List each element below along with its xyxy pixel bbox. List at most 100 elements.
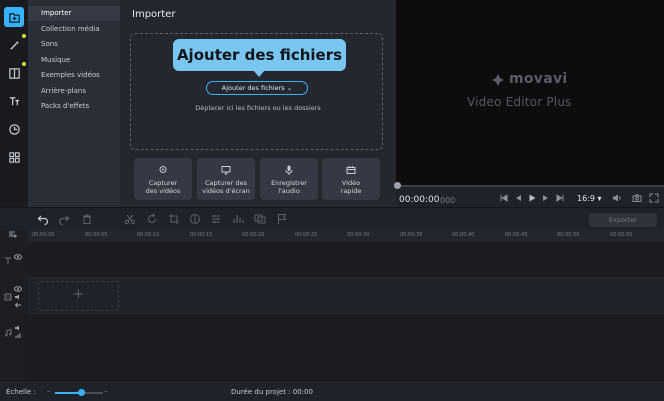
ruler-label: 00:00:30 [347,232,370,238]
text-track[interactable] [28,242,664,277]
import-tool-button[interactable] [4,7,24,27]
next-frame-button[interactable] [541,193,551,203]
rotate-button[interactable] [146,213,158,225]
playback-scrubber[interactable] [396,185,664,187]
play-button[interactable] [527,193,537,203]
speaker-icon [15,325,19,331]
tab-backgrounds[interactable]: Arrière-plans [28,84,120,99]
timeline-tracks: + [28,242,664,380]
import-categories: Importer Collection média Sons Musique E… [28,0,120,207]
panel-title: Importer [132,9,176,20]
speaker-icon [613,194,621,202]
previous-frame-button[interactable] [513,193,523,203]
flag-icon [278,214,287,224]
clip-properties-button[interactable] [210,213,222,225]
add-track-icon [9,231,17,238]
preview-screen: movavi Video Editor Plus [396,0,664,185]
color-adjust-icon [190,214,200,224]
quick-video-icon [346,165,356,174]
zoom-in-icon[interactable]: – [104,387,108,395]
clock-icon [8,123,20,135]
quick-video-line2: rapide [340,187,362,195]
text-track-icon [4,257,12,265]
add-track-button[interactable] [9,230,17,238]
tab-media-collection[interactable]: Collection média [28,22,120,37]
tab-sounds[interactable]: Sons [28,37,120,52]
video-track-mute-toggle[interactable] [14,293,22,301]
timeline-ruler[interactable]: 00:00:00 00:00:05 00:00:10 00:00:15 00:0… [28,230,664,242]
tab-import[interactable]: Importer [28,6,120,21]
capture-video-line2: des vidéos [145,187,181,195]
transitions-tool-button[interactable] [4,63,24,83]
new-indicator-dot [22,62,26,66]
ruler-label: 00:00:50 [557,232,580,238]
ruler-label: 00:00:15 [190,232,213,238]
timeline-toolbar: Exporter [0,207,664,230]
quick-video-button[interactable]: Vidéo rapide [322,158,380,200]
add-files-button[interactable]: Ajouter des fichiers ⌄ [206,81,308,95]
ruler-label: 00:00:00 [32,232,55,238]
logo-subtitle: Video Editor Plus [467,95,572,109]
tooltip-arrow [253,70,265,77]
monitor-icon [221,166,231,175]
capture-video-button[interactable]: Capturer des vidéos [134,158,192,200]
overlay-button[interactable] [254,213,266,225]
capture-screen-button[interactable]: Capturer des vidéos d'écran [197,158,255,200]
more-tools-button[interactable] [4,147,24,167]
audio-properties-button[interactable] [232,213,244,225]
camera-icon [632,194,642,202]
titles-icon [9,96,19,105]
volume-button[interactable] [612,193,622,203]
add-clip-placeholder[interactable]: + [38,281,119,311]
aspect-ratio-select[interactable]: 16:9 ▾ [577,194,602,203]
snapshot-button[interactable] [632,193,642,203]
export-button[interactable]: Exporter [589,213,657,227]
audio-track-mute-toggle[interactable] [14,324,22,332]
video-track-visibility-toggle[interactable] [14,285,22,293]
webcam-icon [159,166,167,173]
fullscreen-button[interactable] [649,193,659,203]
crop-button[interactable] [168,213,180,225]
left-tool-rail [0,0,28,207]
capture-screen-line2: vidéos d'écran [202,187,250,195]
text-track-visibility-toggle[interactable] [14,253,22,261]
go-to-start-button[interactable] [499,193,509,203]
scrubber-handle[interactable] [394,182,401,189]
tab-sample-videos[interactable]: Exemples vidéos [28,68,120,83]
marker-button[interactable] [276,213,288,225]
video-track[interactable] [28,277,664,313]
transitions-icon [8,67,20,79]
zoom-slider-handle[interactable] [78,389,85,396]
ruler-label: 00:00:45 [505,232,528,238]
tab-music[interactable]: Musique [28,53,120,68]
timecode: 00:00:00 [399,195,440,205]
undo-button[interactable] [37,213,49,226]
volume-level-icon [15,333,21,338]
drop-hint-text: Déplacer ici les fichiers ou les dossier… [195,104,321,112]
sliders-icon [212,215,220,223]
magic-wand-icon [9,40,19,50]
track-divider [28,313,664,314]
chevron-down-icon: ⌄ [286,84,293,92]
go-to-end-button[interactable] [555,193,565,203]
ruler-label: 00:00:05 [85,232,108,238]
eye-icon [14,254,22,260]
fullscreen-icon [649,193,659,203]
audio-track[interactable] [28,313,664,380]
new-indicator-dot [22,34,26,38]
filters-tool-button[interactable] [4,35,24,55]
video-track-lock-toggle[interactable] [14,301,22,309]
logo-text: movavi [509,71,568,87]
titles-tool-button[interactable] [4,91,24,111]
split-button[interactable] [124,213,136,225]
trash-icon [83,214,91,224]
tab-effect-packs[interactable]: Packs d'effets [28,99,120,114]
delete-button[interactable] [81,213,93,225]
record-audio-button[interactable]: Enregistrer l'audio [260,158,318,200]
audio-track-volume[interactable] [14,332,22,340]
ruler-label: 00:00:40 [452,232,475,238]
zoom-out-icon[interactable]: – [47,387,51,395]
redo-button[interactable] [58,213,70,226]
color-adjust-button[interactable] [189,213,201,225]
stickers-tool-button[interactable] [4,119,24,139]
